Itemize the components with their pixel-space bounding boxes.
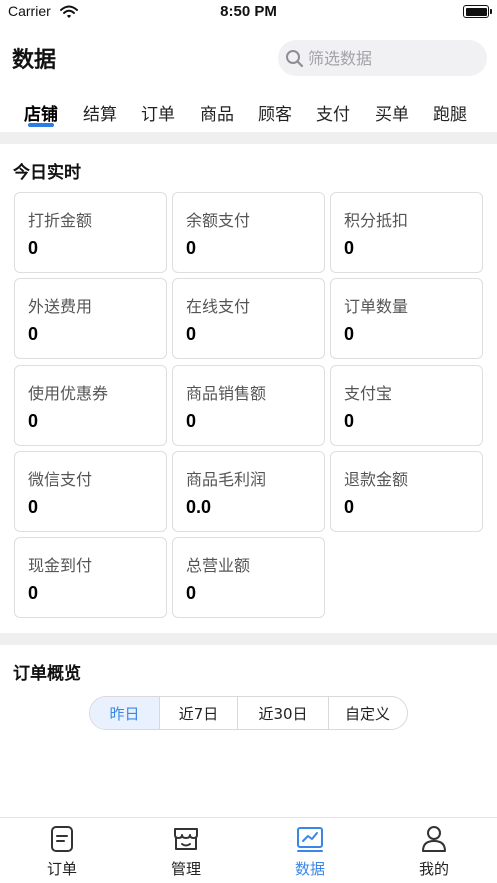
section-divider xyxy=(0,132,497,144)
range-custom[interactable]: 自定义 xyxy=(329,697,406,729)
tab-store[interactable]: 店铺 xyxy=(16,100,66,125)
stat-label: 微信支付 xyxy=(28,470,93,489)
stat-card-online-pay: 在线支付 0 xyxy=(172,278,325,359)
status-bar: Carrier 8:50 PM xyxy=(0,0,497,24)
bottom-tab-bar: 订单 管理 数据 我的 xyxy=(0,817,497,883)
stat-value: 0 xyxy=(186,411,197,431)
page-title: 数据 xyxy=(12,48,57,73)
stat-value: 0 xyxy=(344,324,355,344)
tabbar-label: 数据 xyxy=(294,860,325,878)
stat-card-gross-profit: 商品毛利润 0.0 xyxy=(172,451,325,532)
overview-section-title: 订单概览 xyxy=(13,664,81,684)
tab-errand[interactable]: 跑腿 xyxy=(425,100,475,125)
stat-label: 商品销售额 xyxy=(186,384,267,403)
stat-card-cash-on-delivery: 现金到付 0 xyxy=(14,537,167,618)
stat-value: 0 xyxy=(28,324,39,344)
range-7-days[interactable]: 近7日 xyxy=(160,697,238,729)
stat-value: 0 xyxy=(186,583,197,603)
stat-label: 退款金额 xyxy=(344,470,409,489)
stat-label: 余额支付 xyxy=(186,211,251,230)
stat-card-wechat-pay: 微信支付 0 xyxy=(14,451,167,532)
section-divider xyxy=(0,633,497,645)
stat-label: 外送费用 xyxy=(28,297,93,316)
stat-card-refund: 退款金额 0 xyxy=(330,451,483,532)
store-icon xyxy=(172,825,200,857)
stat-card-product-sales: 商品销售额 0 xyxy=(172,365,325,446)
stat-card-coupon: 使用优惠券 0 xyxy=(14,365,167,446)
stat-value: 0 xyxy=(28,238,39,258)
tab-settlement[interactable]: 结算 xyxy=(75,100,125,125)
range-yesterday[interactable]: 昨日 xyxy=(90,697,160,729)
stat-label: 使用优惠券 xyxy=(28,384,109,403)
stat-value: 0 xyxy=(28,583,39,603)
user-icon xyxy=(421,825,447,857)
date-range-selector: 昨日 近7日 近30日 自定义 xyxy=(89,696,408,730)
stat-card-discount: 打折金额 0 xyxy=(14,192,167,273)
stat-label: 打折金额 xyxy=(28,211,93,230)
stat-label: 总营业额 xyxy=(186,556,251,575)
tabbar-me[interactable]: 我的 xyxy=(372,818,496,883)
stat-label: 在线支付 xyxy=(186,297,251,316)
range-30-days[interactable]: 近30日 xyxy=(238,697,329,729)
stat-card-alipay: 支付宝 0 xyxy=(330,365,483,446)
search-icon xyxy=(285,49,305,73)
stat-label: 商品毛利润 xyxy=(186,470,267,489)
category-tabs: 店铺 结算 订单 商品 顾客 支付 买单 跑腿 xyxy=(0,100,497,128)
stat-label: 支付宝 xyxy=(344,384,393,403)
active-tab-indicator xyxy=(28,123,54,127)
stat-card-delivery-fee: 外送费用 0 xyxy=(14,278,167,359)
tab-payment[interactable]: 支付 xyxy=(308,100,358,125)
battery-icon xyxy=(463,5,492,18)
tab-customers[interactable]: 顾客 xyxy=(250,100,300,125)
document-icon xyxy=(50,825,74,857)
stat-value: 0 xyxy=(186,238,197,258)
tabbar-label: 管理 xyxy=(170,860,201,878)
status-time: 8:50 PM xyxy=(220,3,277,20)
tabbar-data[interactable]: 数据 xyxy=(248,818,372,883)
chart-icon xyxy=(296,825,324,857)
tabbar-manage[interactable]: 管理 xyxy=(124,818,248,883)
stat-label: 订单数量 xyxy=(344,297,409,316)
stat-value: 0.0 xyxy=(186,497,212,517)
search-box[interactable] xyxy=(278,40,487,76)
stat-card-total-revenue: 总营业额 0 xyxy=(172,537,325,618)
stat-card-points-deduction: 积分抵扣 0 xyxy=(330,192,483,273)
tabbar-label: 我的 xyxy=(418,860,449,878)
stat-label: 积分抵扣 xyxy=(344,211,409,230)
tabbar-label: 订单 xyxy=(46,860,77,878)
today-section-title: 今日实时 xyxy=(13,163,81,183)
tab-products[interactable]: 商品 xyxy=(192,100,242,125)
stat-label: 现金到付 xyxy=(28,556,93,575)
tabbar-orders[interactable]: 订单 xyxy=(0,818,124,883)
stat-value: 0 xyxy=(28,497,39,517)
tab-checkout[interactable]: 买单 xyxy=(367,100,417,125)
stat-value: 0 xyxy=(344,238,355,258)
stat-value: 0 xyxy=(344,497,355,517)
stat-card-order-count: 订单数量 0 xyxy=(330,278,483,359)
stat-value: 0 xyxy=(186,324,197,344)
tab-orders[interactable]: 订单 xyxy=(133,100,183,125)
search-input[interactable] xyxy=(308,47,478,69)
stat-value: 0 xyxy=(28,411,39,431)
stat-card-balance-pay: 余额支付 0 xyxy=(172,192,325,273)
stat-value: 0 xyxy=(344,411,355,431)
